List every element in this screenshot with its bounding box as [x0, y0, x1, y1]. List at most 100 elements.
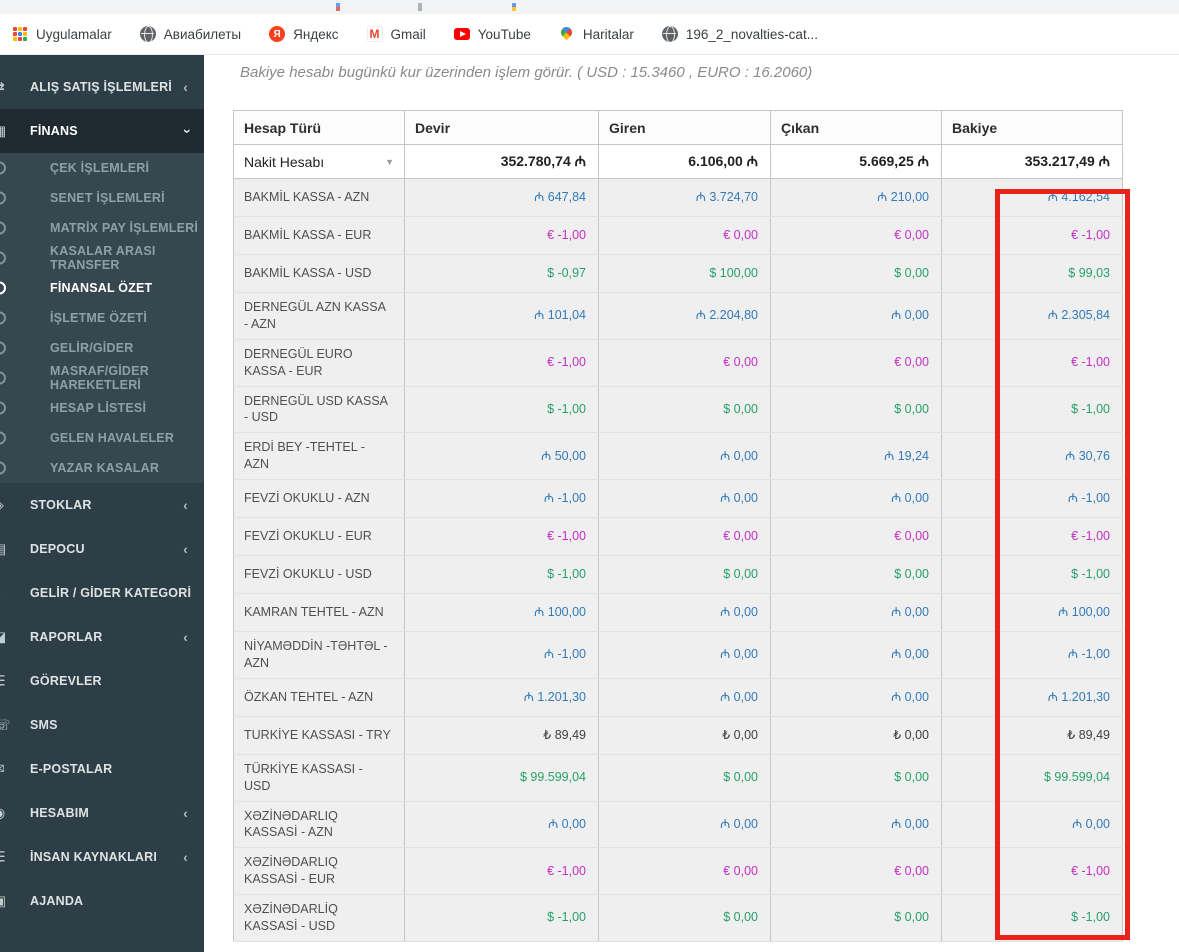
bakiye-value: € -1,00	[941, 216, 1123, 255]
bakiye-value: $ -1,00	[941, 385, 1123, 434]
account-type-select[interactable]: Nakit Hesabı	[233, 144, 405, 179]
cikan-value: ₼ 0,00	[770, 800, 942, 849]
bookmark-label: YouTube	[477, 26, 531, 42]
sidebar-item-stoklar[interactable]: ◈ STOKLAR ‹	[0, 483, 204, 527]
sidebar-item-raporlar[interactable]: ◪ RAPORLAR ‹	[0, 615, 204, 659]
sidebar-item-i-nsan-kaynaklari[interactable]: ☰ İNSAN KAYNAKLARI ‹	[0, 835, 204, 879]
summary-giren: 6.106,00 ₼	[598, 144, 771, 179]
sidebar-item-e-postalar[interactable]: ✉ E-POSTALAR	[0, 747, 204, 791]
sidebar-item-fi-nansal-özet[interactable]: FİNANSAL ÖZET	[0, 273, 204, 303]
bookmark-item[interactable]: Haritalar	[559, 26, 634, 42]
sidebar-item-yazar-kasalar[interactable]: YAZAR KASALAR	[0, 453, 204, 483]
hr-icon: ☰	[0, 849, 9, 866]
sidebar-item-ajanda[interactable]: ▣ AJANDA	[0, 879, 204, 923]
bakiye-value: $ 99,03	[941, 254, 1123, 293]
trade-icon: ⇄	[0, 79, 9, 96]
devir-value: ₼ -1,00	[404, 631, 599, 679]
browser-chrome-fragment	[418, 3, 422, 11]
devir-value: ₼ 647,84	[404, 178, 599, 217]
mail-icon: ✉	[0, 761, 9, 778]
table-row: BAKMİL KASSA - USD $ -0,97 $ 100,00 $ 0,…	[233, 254, 1123, 293]
bookmark-label: Яндекс	[293, 26, 339, 42]
circle-icon	[0, 251, 6, 265]
yandex-icon	[269, 26, 286, 42]
cikan-value: ₼ 0,00	[770, 631, 942, 679]
bakiye-value: ₼ 100,00	[941, 593, 1123, 632]
account-name: XƏZİNƏDARLİQ KASSASİ - USD	[233, 894, 405, 942]
giren-value: $ 0,00	[598, 385, 771, 434]
col-header-hesap-turu: Hesap Türü	[233, 110, 405, 145]
account-name: DERNEGÜL EURO KASSA - EUR	[233, 338, 405, 387]
bookmark-item[interactable]: Яндекс	[269, 26, 339, 42]
sidebar-item-hesap-li-stesi[interactable]: HESAP LİSTESİ	[0, 393, 204, 423]
circle-icon	[0, 311, 6, 325]
sidebar-item-matri-x-pay-i-şlemleri[interactable]: MATRİX PAY İŞLEMLERİ	[0, 213, 204, 243]
bakiye-value: ₼ -1,00	[941, 479, 1123, 518]
bakiye-value: $ -1,00	[941, 555, 1123, 594]
account-name: TURKİYE KASSASI - TRY	[233, 715, 405, 755]
devir-value: € -1,00	[404, 216, 599, 255]
chevron-left-icon: ‹	[183, 541, 188, 557]
table-row: TURKİYE KASSASI - TRY ₺ 89,49 ₺ 0,00 ₺ 0…	[233, 715, 1123, 755]
sidebar-item-aliş-satiş-i-şlemleri[interactable]: ⇄ ALIŞ SATIŞ İŞLEMLERİ ‹	[0, 65, 204, 109]
sidebar-item-masraf-gi-der-hareketleri[interactable]: MASRAF/GİDER HAREKETLERİ	[0, 363, 204, 393]
bookmark-label: 196_2_novalties-cat...	[685, 26, 818, 42]
bakiye-value: $ -1,00	[941, 894, 1123, 942]
bookmark-item[interactable]: Uygulamalar	[12, 26, 112, 42]
account-name: TÜRKİYE KASSASI - USD	[233, 753, 405, 802]
sidebar-item-geli-r-gi-der[interactable]: GELİR/GİDER	[0, 333, 204, 363]
giren-value: ₼ 0,00	[598, 593, 771, 632]
sidebar-item-fi-nans[interactable]: ▦ FİNANS ‹	[0, 109, 204, 153]
sidebar-item-depocu[interactable]: ▤ DEPOCU ‹	[0, 527, 204, 571]
sidebar-item-çek-i-şlemleri[interactable]: ÇEK İŞLEMLERİ	[0, 153, 204, 183]
devir-value: $ -1,00	[404, 385, 599, 434]
sidebar-item-kasalar-arasi-transfer[interactable]: KASALAR ARASI TRANSFER	[0, 243, 204, 273]
chevron-left-icon: ‹	[183, 79, 188, 95]
sidebar-item-label: ALIŞ SATIŞ İŞLEMLERİ	[30, 80, 172, 94]
dropdown-caret-icon	[385, 157, 394, 167]
account-icon: ◉	[0, 805, 9, 822]
account-name: DERNEGÜL AZN KASSA - AZN	[233, 292, 405, 340]
sidebar-item-label: HESABIM	[30, 806, 90, 820]
sms-icon: ☏	[0, 716, 11, 733]
account-name: ÖZKAN TEHTEL - AZN	[233, 677, 405, 717]
giren-value: $ 100,00	[598, 254, 771, 293]
gmail-icon	[366, 26, 383, 42]
account-name: FEVZİ OKUKLU - USD	[233, 555, 405, 594]
app-window: Uygulamalar Авиабилеты Яндекс Gmail YouT…	[0, 0, 1179, 952]
devir-value: ₺ 89,49	[404, 715, 599, 755]
bakiye-value: € -1,00	[941, 338, 1123, 387]
bookmark-item[interactable]: 196_2_novalties-cat...	[661, 26, 818, 43]
sidebar-item-sms[interactable]: ☏ SMS	[0, 703, 204, 747]
sidebar-item-senet-i-şlemleri[interactable]: SENET İŞLEMLERİ	[0, 183, 204, 213]
bookmark-item[interactable]: YouTube	[453, 26, 531, 42]
sidebar-item-label: AJANDA	[30, 894, 84, 908]
exchange-rate-notice: Bakiye hesabı bugünkü kur üzerinden işle…	[240, 64, 813, 81]
browser-chrome-fragment	[512, 3, 516, 11]
sidebar-item-geli-r-gi-der-kategori[interactable]: ◑ GELİR / GİDER KATEGORİ	[0, 571, 204, 615]
sidebar-item-görevler[interactable]: ☰ GÖREVLER	[0, 659, 204, 703]
cikan-value: € 0,00	[770, 216, 942, 255]
bookmark-item[interactable]: Авиабилеты	[139, 26, 241, 43]
globe-icon	[661, 26, 678, 43]
sidebar-item-i-şletme-özeti[interactable]: İŞLETME ÖZETİ	[0, 303, 204, 333]
cikan-value: $ 0,00	[770, 555, 942, 594]
giren-value: ₼ 2.204,80	[598, 292, 771, 340]
cikan-value: $ 0,00	[770, 254, 942, 293]
summary-row: Nakit Hesabı 352.780,74 ₼ 6.106,00 ₼ 5.6…	[233, 144, 1123, 179]
bakiye-value: ₼ 0,00	[941, 800, 1123, 849]
stock-icon: ◈	[0, 497, 9, 514]
sidebar-item-label: MATRİX PAY İŞLEMLERİ	[50, 221, 199, 235]
cikan-value: ₼ 0,00	[770, 677, 942, 717]
sidebar-padding	[0, 55, 204, 65]
sidebar-item-label: RAPORLAR	[30, 630, 103, 644]
summary-cikan: 5.669,25 ₼	[770, 144, 942, 179]
table-row: XƏZİNƏDARLIQ KASSASİ - EUR € -1,00 € 0,0…	[233, 847, 1123, 895]
cikan-value: $ 0,00	[770, 753, 942, 802]
sidebar-item-hesabim[interactable]: ◉ HESABIM ‹	[0, 791, 204, 835]
sidebar-item-gelen-havaleler[interactable]: GELEN HAVALELER	[0, 423, 204, 453]
devir-value: ₼ 100,00	[404, 593, 599, 632]
sidebar-item-label: GELİR / GİDER KATEGORİ	[30, 586, 192, 600]
accounts-table: Hesap Türü Devir Giren Çıkan Bakiye Naki…	[233, 110, 1123, 942]
bookmark-item[interactable]: Gmail	[366, 26, 426, 42]
